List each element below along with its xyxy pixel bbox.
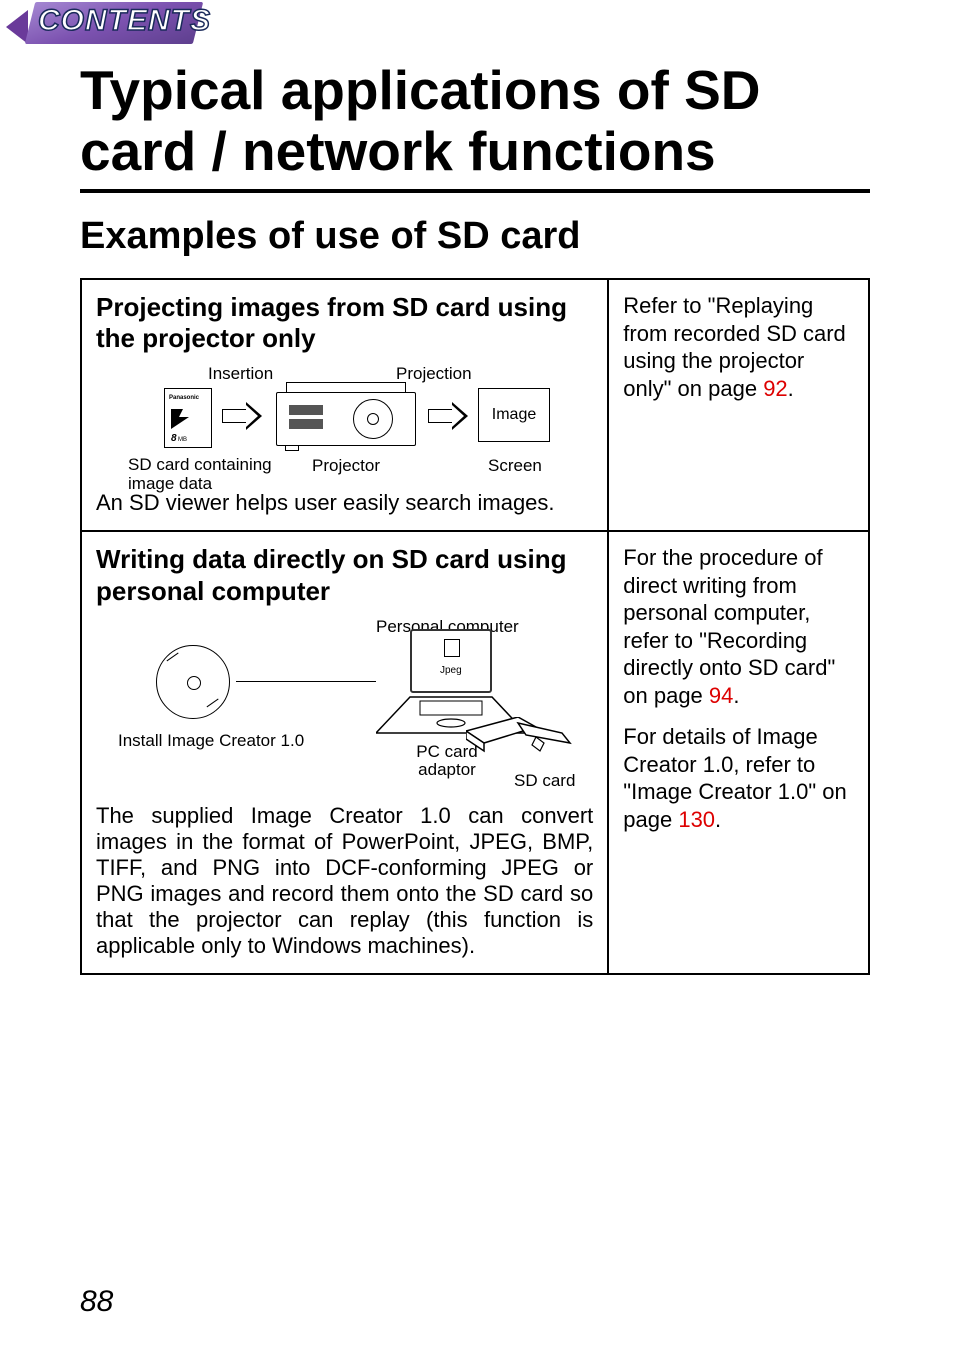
label-sd-caption: SD card containing image data xyxy=(128,456,288,493)
page-title: Typical applications of SD card / networ… xyxy=(80,60,870,193)
page-link-130[interactable]: 130 xyxy=(678,807,715,832)
row1-ref-lead: Refer to "Replaying from recorded SD car… xyxy=(623,293,846,401)
connector-line xyxy=(236,681,376,682)
label-pc-card-adaptor: PC card adaptor xyxy=(412,743,482,780)
section-subtitle: Examples of use of SD card xyxy=(80,215,954,258)
row1-ref-text: Refer to "Replaying from recorded SD car… xyxy=(623,292,854,402)
arrow-icon xyxy=(222,402,262,430)
arrow-icon xyxy=(428,402,468,430)
contents-header[interactable]: CONTENTS xyxy=(0,0,954,54)
label-insertion: Insertion xyxy=(208,364,273,384)
row1-ref-tail: . xyxy=(788,376,794,401)
row2-ref-p1: For the procedure of direct writing from… xyxy=(623,544,854,709)
label-image: Image xyxy=(492,406,536,424)
table-row: Projecting images from SD card using the… xyxy=(82,280,868,532)
screen-icon: Image xyxy=(478,388,550,442)
page-number: 88 xyxy=(80,1285,113,1319)
row2-heading: Writing data directly on SD card using p… xyxy=(96,544,593,606)
row2-desc: The supplied Image Creator 1.0 can conve… xyxy=(96,803,593,959)
cd-icon xyxy=(156,645,230,719)
row2-left: Writing data directly on SD card using p… xyxy=(82,532,609,972)
contents-tab-label: CONTENTS xyxy=(38,4,211,38)
label-jpeg: Jpeg xyxy=(440,665,462,676)
row2-ref2-tail: . xyxy=(715,807,721,832)
svg-text:Panasonic: Panasonic xyxy=(169,395,200,401)
row2-ref2-lead: For details of Image Creator 1.0, refer … xyxy=(623,724,847,832)
back-triangle-icon xyxy=(6,10,28,44)
sd-card-icon: Panasonic 8 MB xyxy=(164,388,212,448)
examples-table: Projecting images from SD card using the… xyxy=(80,278,870,975)
row1-ref: Refer to "Replaying from recorded SD car… xyxy=(609,280,868,530)
projector-icon xyxy=(276,382,416,452)
row1-diagram: Insertion Projection Panasonic 8 MB xyxy=(96,364,593,484)
svg-text:8: 8 xyxy=(171,433,177,444)
label-install: Install Image Creator 1.0 xyxy=(118,731,304,751)
table-row: Writing data directly on SD card using p… xyxy=(82,532,868,972)
row1-heading: Projecting images from SD card using the… xyxy=(96,292,593,354)
label-projection: Projection xyxy=(396,364,472,384)
page-link-92[interactable]: 92 xyxy=(763,376,787,401)
page-link-94[interactable]: 94 xyxy=(709,683,733,708)
label-projector: Projector xyxy=(312,456,380,476)
row1-left: Projecting images from SD card using the… xyxy=(82,280,609,530)
label-sd-card: SD card xyxy=(514,771,575,791)
row2-ref-p2: For details of Image Creator 1.0, refer … xyxy=(623,723,854,833)
svg-text:MB: MB xyxy=(178,437,187,443)
row2-ref1-tail: . xyxy=(733,683,739,708)
row2-diagram: Personal computer Jpeg xyxy=(96,617,593,797)
row2-ref: For the procedure of direct writing from… xyxy=(609,532,868,972)
label-screen: Screen xyxy=(488,456,542,476)
row1-desc: An SD viewer helps user easily search im… xyxy=(96,490,593,516)
